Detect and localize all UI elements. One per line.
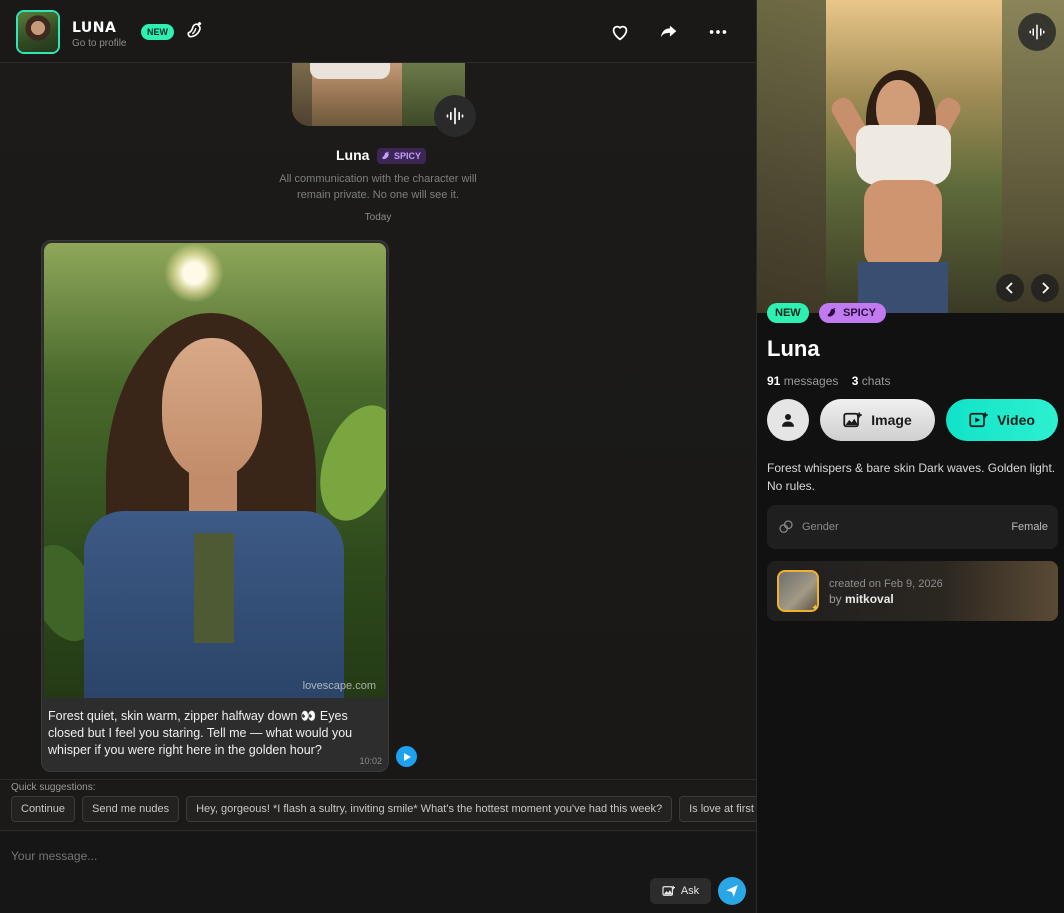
messages-count: 91 <box>767 374 781 388</box>
message-photo[interactable]: lovescape.com <box>44 243 386 698</box>
spicy-pepper-icon <box>827 307 836 317</box>
profile-spicy-label: SPICY <box>843 307 877 319</box>
send-button[interactable] <box>718 877 746 905</box>
suggestion-chip[interactable]: Continue <box>11 796 76 822</box>
play-audio-icon[interactable] <box>396 746 417 767</box>
message-input[interactable] <box>11 847 611 865</box>
heart-icon[interactable] <box>608 20 632 44</box>
image-add-icon <box>843 412 863 428</box>
suggestion-chip[interactable]: Hey, gorgeous! *I flash a sultry, inviti… <box>186 796 673 822</box>
gender-icon <box>779 520 793 533</box>
spicy-pepper-icon <box>382 151 389 160</box>
chats-count: 3 <box>851 374 859 388</box>
send-icon <box>726 885 738 897</box>
suggestion-chip[interactable]: Is love at first sight real? <box>679 796 756 822</box>
profile-new-badge: NEW <box>767 303 809 323</box>
gender-label: Gender <box>802 521 839 533</box>
profile-stats: 91 messages 3 chats <box>767 374 890 388</box>
quick-suggestions-label: Quick suggestions: <box>11 782 96 793</box>
message-bubble: lovescape.com Forest quiet, skin warm, z… <box>41 240 389 772</box>
intro-spicy-label: SPICY <box>394 151 422 161</box>
video-button-label: Video <box>997 412 1035 428</box>
created-date: created on Feb 9, 2026 <box>829 578 943 590</box>
video-add-icon <box>969 412 988 428</box>
profile-gallery[interactable] <box>757 0 1064 313</box>
voice-wave-icon[interactable] <box>1018 13 1056 51</box>
creator-by-label: by <box>829 592 842 606</box>
spicy-pepper-icon <box>184 20 206 42</box>
voice-wave-icon[interactable] <box>434 95 476 137</box>
message-text: Forest quiet, skin warm, zipper halfway … <box>48 709 353 757</box>
chats-label: chats <box>861 374 891 388</box>
go-to-profile-link[interactable]: Go to profile <box>72 38 126 49</box>
message-composer: Ask <box>0 832 756 913</box>
character-avatar[interactable] <box>16 10 60 54</box>
more-icon[interactable] <box>706 20 730 44</box>
quick-suggestions-row: Continue Send me nudes Hey, gorgeous! *I… <box>11 796 756 822</box>
creator-card[interactable]: ✦ created on Feb 9, 2026 by mitkoval <box>767 561 1058 621</box>
profile-description: Forest whispers & bare skin Dark waves. … <box>767 461 1056 493</box>
message-time: 10:02 <box>359 756 382 766</box>
person-icon <box>782 414 794 427</box>
gallery-main-photo[interactable] <box>826 0 1002 313</box>
gallery-next-icon[interactable] <box>1031 274 1059 302</box>
ask-image-button[interactable]: Ask <box>650 878 711 904</box>
image-button-label: Image <box>871 412 912 428</box>
gender-row: Gender Female <box>767 505 1058 549</box>
profile-spicy-badge: SPICY <box>819 303 887 323</box>
generate-image-button[interactable]: Image <box>820 399 935 441</box>
creator-username[interactable]: mitkoval <box>845 592 894 606</box>
profile-name: Luna <box>767 336 820 361</box>
creator-by: by mitkoval <box>829 592 894 606</box>
date-divider: Today <box>364 212 392 223</box>
image-add-icon <box>662 885 675 896</box>
intro-character-name: Luna <box>336 147 370 163</box>
share-icon[interactable] <box>657 20 681 44</box>
intro-spicy-badge: SPICY <box>377 148 427 164</box>
ask-label: Ask <box>680 885 700 897</box>
photo-watermark: lovescape.com <box>302 680 376 692</box>
gender-value: Female <box>1011 521 1048 533</box>
suggestion-chip[interactable]: Send me nudes <box>82 796 180 822</box>
generate-video-button[interactable]: Video <box>946 399 1058 441</box>
gallery-prev-icon[interactable] <box>996 274 1024 302</box>
sparkle-icon: ✦ <box>811 603 820 614</box>
app-root: LUNA Go to profile NEW Luna SPICY All co… <box>0 0 1064 913</box>
character-name[interactable]: LUNA <box>72 20 116 36</box>
profile-pane: NEW SPICY Luna 91 messages 3 chats Image… <box>757 0 1064 913</box>
privacy-notice: All communication with the character wil… <box>279 173 477 201</box>
chat-pane: LUNA Go to profile NEW Luna SPICY All co… <box>0 0 757 913</box>
new-badge: NEW <box>141 24 174 40</box>
messages-label: messages <box>783 374 839 388</box>
chat-header: LUNA Go to profile NEW <box>0 0 756 63</box>
quick-suggestions: Quick suggestions: Continue Send me nude… <box>0 779 756 831</box>
profile-person-button[interactable] <box>767 399 809 441</box>
